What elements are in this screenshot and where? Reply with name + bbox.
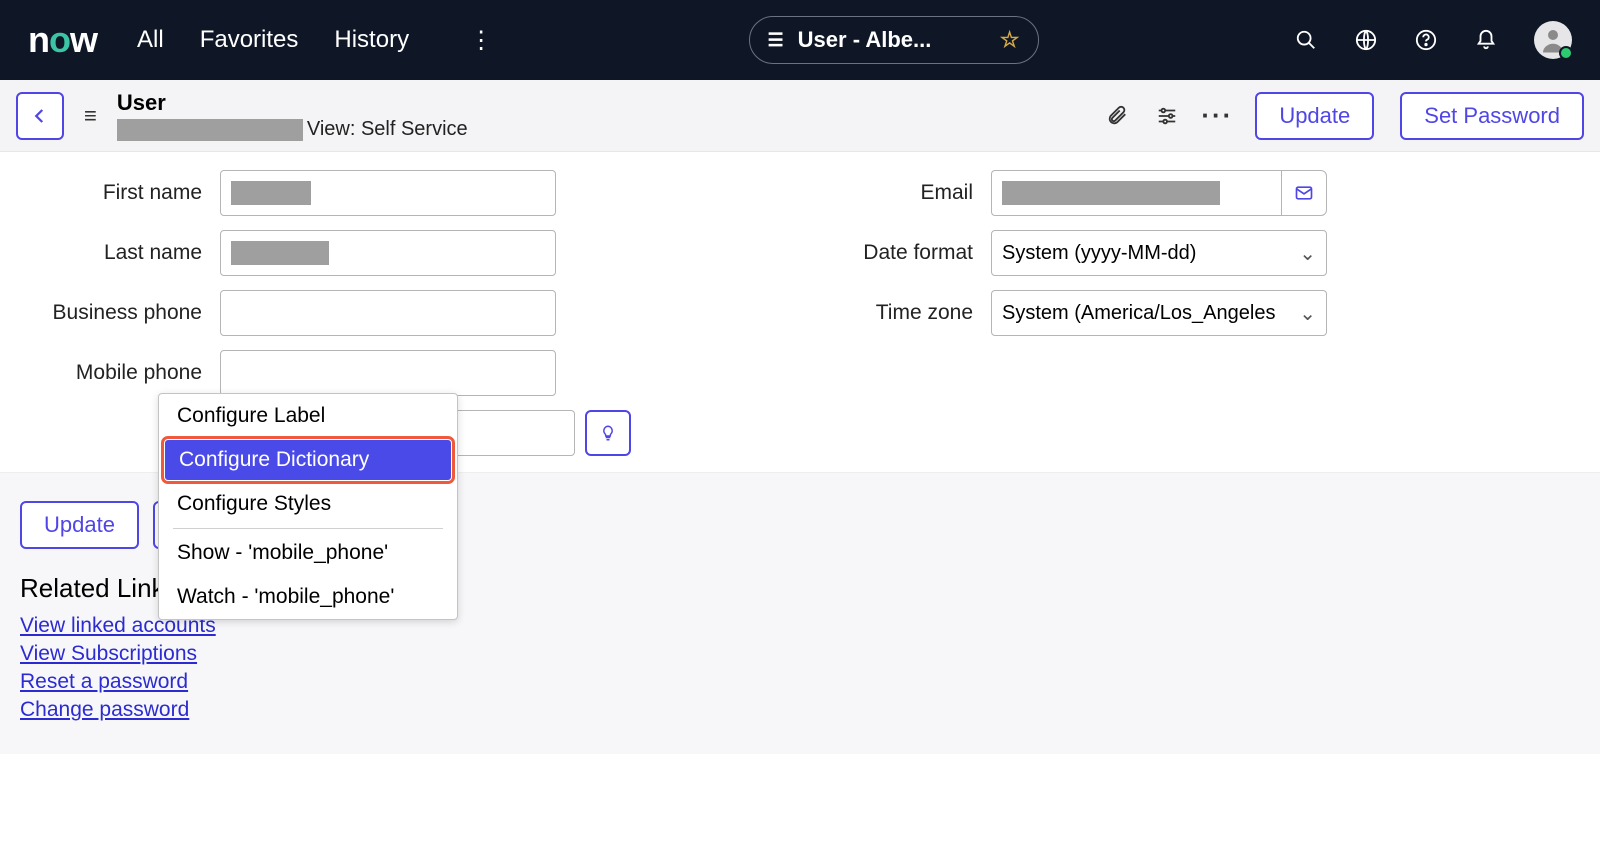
top-nav: now All Favorites History ⋮ ☰ User - Alb…: [0, 0, 1600, 80]
pill-text: User - Albe...: [798, 27, 986, 53]
context-menu: Configure Label Configure Dictionary Con…: [158, 393, 458, 620]
mobile-phone-row: Mobile phone: [20, 350, 631, 396]
update-button[interactable]: Update: [1255, 92, 1374, 140]
nav-favorites[interactable]: Favorites: [200, 26, 299, 54]
nav-all[interactable]: All: [137, 26, 164, 54]
email-action-button[interactable]: [1281, 170, 1327, 216]
ctx-show-mobile-phone[interactable]: Show - 'mobile_phone': [159, 531, 457, 575]
mobile-phone-input[interactable]: [220, 350, 556, 396]
time-zone-label: Time zone: [791, 301, 991, 325]
time-zone-value: System (America/Los_Angeles: [1002, 302, 1275, 325]
subheader-right: ··· Update Set Password: [1105, 92, 1584, 140]
header-subtitle: View: Self Service: [117, 118, 468, 141]
date-format-row: Date format System (yyyy-MM-dd) ⌄: [791, 230, 1331, 276]
business-phone-label: Business phone: [20, 301, 220, 325]
date-format-value: System (yyyy-MM-dd): [1002, 242, 1196, 265]
date-format-select[interactable]: System (yyyy-MM-dd) ⌄: [991, 230, 1327, 276]
ctx-configure-label[interactable]: Configure Label: [159, 394, 457, 438]
business-phone-row: Business phone: [20, 290, 631, 336]
nav-center: ☰ User - Albe... ☆: [493, 16, 1294, 64]
attachment-icon[interactable]: [1105, 104, 1129, 128]
star-icon[interactable]: ☆: [1000, 27, 1020, 53]
help-icon[interactable]: [1414, 28, 1438, 52]
nav-right: [1294, 21, 1572, 59]
form-header: ≡ User View: Self Service ··· Update Set…: [0, 80, 1600, 152]
chevron-down-icon: ⌄: [1299, 301, 1316, 326]
mobile-phone-label: Mobile phone: [20, 361, 220, 385]
business-phone-input[interactable]: [220, 290, 556, 336]
search-icon[interactable]: [1294, 28, 1318, 52]
bottom-update-button[interactable]: Update: [20, 501, 139, 549]
nav-more-icon[interactable]: ⋮: [469, 26, 493, 55]
email-input[interactable]: [991, 170, 1281, 216]
nav-links: All Favorites History ⋮: [137, 26, 493, 55]
filter-icon[interactable]: [1155, 104, 1179, 128]
email-group: [991, 170, 1327, 216]
bell-icon[interactable]: [1474, 28, 1498, 52]
date-format-label: Date format: [791, 241, 991, 265]
email-label: Email: [791, 181, 991, 205]
first-name-row: First name: [20, 170, 631, 216]
record-type-title: User: [117, 90, 468, 116]
suggestion-button[interactable]: [585, 410, 631, 456]
last-name-row: Last name: [20, 230, 631, 276]
last-name-redacted: [231, 241, 329, 265]
chevron-down-icon: ⌄: [1299, 241, 1316, 266]
right-column: Email Date format System (yyyy-MM-dd) ⌄ …: [791, 170, 1331, 472]
email-row: Email: [791, 170, 1331, 216]
link-view-subscriptions[interactable]: View Subscriptions: [20, 642, 1580, 666]
logo[interactable]: now: [28, 19, 97, 61]
set-password-button[interactable]: Set Password: [1400, 92, 1584, 140]
record-pill[interactable]: ☰ User - Albe... ☆: [749, 16, 1039, 64]
first-name-label: First name: [20, 181, 220, 205]
ctx-divider: [173, 528, 443, 529]
ctx-configure-dictionary[interactable]: Configure Dictionary: [165, 440, 451, 480]
last-name-input[interactable]: [220, 230, 556, 276]
time-zone-select[interactable]: System (America/Los_Angeles ⌄: [991, 290, 1327, 336]
list-icon: ☰: [768, 30, 784, 51]
link-change-password[interactable]: Change password: [20, 698, 1580, 722]
last-name-label: Last name: [20, 241, 220, 265]
header-title-block: User View: Self Service: [117, 90, 468, 141]
globe-icon[interactable]: [1354, 28, 1378, 52]
first-name-input[interactable]: [220, 170, 556, 216]
time-zone-row: Time zone System (America/Los_Angeles ⌄: [791, 290, 1331, 336]
email-redacted: [1002, 181, 1220, 205]
record-name-redacted: [117, 119, 303, 141]
first-name-redacted: [231, 181, 311, 205]
more-actions-icon[interactable]: ···: [1205, 104, 1229, 128]
ctx-configure-styles[interactable]: Configure Styles: [159, 482, 457, 526]
back-button[interactable]: [16, 92, 64, 140]
avatar[interactable]: [1534, 21, 1572, 59]
menu-toggle-icon[interactable]: ≡: [84, 103, 97, 129]
nav-history[interactable]: History: [334, 26, 409, 54]
link-reset-password[interactable]: Reset a password: [20, 670, 1580, 694]
ctx-watch-mobile-phone[interactable]: Watch - 'mobile_phone': [159, 575, 457, 619]
view-name: View: Self Service: [307, 118, 468, 141]
